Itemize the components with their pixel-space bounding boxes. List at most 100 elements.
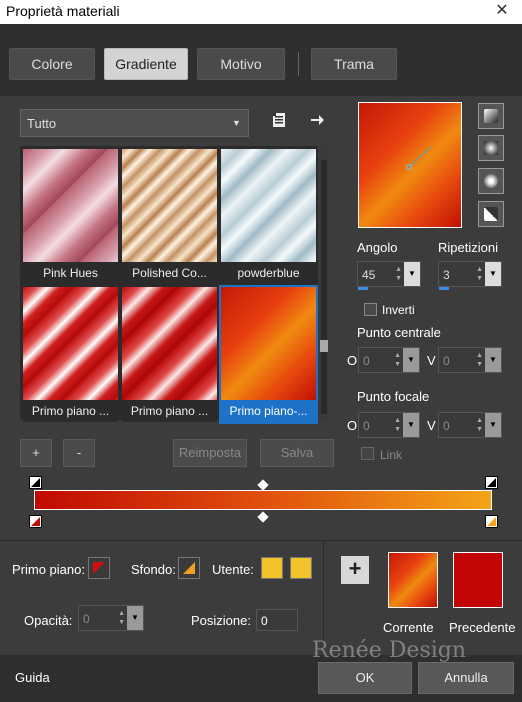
gradient-bar[interactable] bbox=[34, 490, 492, 510]
thumb-label: Pink Hues bbox=[23, 262, 118, 284]
angle-stepper[interactable]: 45 ▲ ▼ ▼ bbox=[357, 261, 421, 287]
user-color-1[interactable] bbox=[261, 557, 283, 579]
chevron-down-icon: ▼ bbox=[232, 118, 241, 128]
thumb-label: Polished Co... bbox=[122, 262, 217, 284]
focal-o-stepper[interactable]: 0 ▲ ▼ ▼ bbox=[358, 412, 420, 438]
angle-slider[interactable] bbox=[358, 287, 368, 290]
user-color-2[interactable] bbox=[290, 557, 312, 579]
opacity-stop-left[interactable] bbox=[29, 476, 42, 489]
spin-arrows-icon[interactable]: ▲ ▼ bbox=[394, 351, 401, 369]
tab-gradiente[interactable]: Gradiente bbox=[104, 48, 188, 80]
center-o-label: O bbox=[347, 353, 358, 368]
color-stop-right[interactable] bbox=[485, 515, 498, 528]
background-swatch[interactable] bbox=[178, 557, 200, 579]
user-label: Utente: bbox=[212, 562, 254, 577]
gradient-thumb-foreground-1[interactable]: Primo piano ... bbox=[23, 287, 118, 422]
gradient-swatch bbox=[23, 149, 118, 262]
link-checkbox[interactable] bbox=[361, 447, 374, 460]
thumb-label: Primo piano ... bbox=[122, 400, 217, 422]
add-gradient-button[interactable]: + bbox=[20, 439, 52, 467]
thumb-label: Primo piano-... bbox=[221, 400, 316, 422]
gradient-swatch bbox=[122, 149, 217, 262]
radial-style-button[interactable] bbox=[478, 201, 504, 227]
current-material-swatch[interactable] bbox=[388, 552, 438, 608]
spin-arrows-icon[interactable]: ▲ ▼ bbox=[476, 416, 483, 434]
invert-checkbox[interactable] bbox=[364, 303, 377, 316]
center-v-label: V bbox=[427, 353, 436, 368]
rectangular-style-button[interactable] bbox=[478, 135, 504, 161]
opacity-stop-right[interactable] bbox=[485, 476, 498, 489]
repeats-slider[interactable] bbox=[439, 287, 449, 290]
ok-button[interactable]: OK bbox=[318, 662, 412, 694]
window-title: Proprietà materiali bbox=[6, 3, 120, 19]
foreground-swatch[interactable] bbox=[88, 557, 110, 579]
position-input[interactable]: 0 bbox=[256, 609, 298, 631]
center-v-stepper[interactable]: 0 ▲ ▼ ▼ bbox=[438, 347, 502, 373]
watermark-logo: Renée Design bbox=[312, 638, 467, 663]
center-o-stepper[interactable]: 0 ▲ ▼ ▼ bbox=[358, 347, 420, 373]
focal-o-label: O bbox=[347, 418, 358, 433]
center-o-value: 0 bbox=[363, 354, 370, 368]
tab-colore[interactable]: Colore bbox=[9, 48, 95, 80]
background-label: Sfondo: bbox=[131, 562, 176, 577]
spin-arrows-icon[interactable]: ▲ ▼ bbox=[395, 265, 402, 283]
previous-material-swatch[interactable] bbox=[453, 552, 503, 608]
gradient-thumb-pink-hues[interactable]: Pink Hues bbox=[23, 149, 118, 284]
save-button[interactable]: Salva bbox=[260, 439, 334, 467]
chevron-down-icon[interactable]: ▼ bbox=[485, 262, 501, 286]
focal-v-stepper[interactable]: 0 ▲ ▼ ▼ bbox=[438, 412, 502, 438]
cancel-button[interactable]: Annulla bbox=[418, 662, 514, 694]
spin-arrows-icon[interactable]: ▲ ▼ bbox=[118, 609, 125, 627]
opacity-value: 0 bbox=[83, 612, 90, 626]
spin-arrows-icon[interactable]: ▲ ▼ bbox=[394, 416, 401, 434]
current-label: Corrente bbox=[383, 620, 434, 635]
chevron-down-icon[interactable]: ▼ bbox=[485, 348, 501, 372]
position-label: Posizione: bbox=[191, 613, 251, 628]
angle-value: 45 bbox=[362, 268, 376, 282]
linear-style-button[interactable] bbox=[478, 103, 504, 129]
tab-motivo[interactable]: Motivo bbox=[197, 48, 285, 80]
position-value: 0 bbox=[261, 614, 268, 628]
gradient-swatch bbox=[221, 149, 316, 262]
divider bbox=[323, 540, 324, 654]
chevron-down-icon[interactable]: ▼ bbox=[404, 262, 420, 286]
center-point-label: Punto centrale bbox=[357, 325, 441, 340]
remove-gradient-button[interactable]: - bbox=[63, 439, 95, 467]
repeats-label: Ripetizioni bbox=[438, 240, 498, 255]
spin-arrows-icon[interactable]: ▲ ▼ bbox=[476, 351, 483, 369]
focal-point-label: Punto focale bbox=[357, 389, 430, 404]
gradient-thumb-foreground-selected[interactable]: Primo piano-... bbox=[219, 285, 318, 424]
chevron-down-icon[interactable]: ▼ bbox=[127, 606, 143, 630]
help-link[interactable]: Guida bbox=[15, 670, 50, 685]
opacity-stepper[interactable]: 0 ▲ ▼ ▼ bbox=[78, 605, 144, 631]
gradient-swatch bbox=[221, 287, 316, 400]
add-to-swatches-button[interactable]: + bbox=[341, 556, 369, 584]
gradient-swatch bbox=[23, 287, 118, 400]
arrow-right-icon[interactable] bbox=[306, 111, 328, 133]
scrollbar-thumb[interactable] bbox=[320, 340, 328, 352]
focal-v-value: 0 bbox=[443, 419, 450, 433]
category-dropdown[interactable]: Tutto bbox=[20, 109, 249, 137]
close-icon[interactable]: ✕ bbox=[492, 1, 512, 21]
spin-arrows-icon[interactable]: ▲ ▼ bbox=[476, 265, 483, 283]
chevron-down-icon[interactable]: ▼ bbox=[403, 348, 419, 372]
thumb-label: Primo piano ... bbox=[23, 400, 118, 422]
thumb-label: powderblue bbox=[221, 262, 316, 284]
reset-button[interactable]: Reimposta bbox=[173, 439, 247, 467]
color-stop-left[interactable] bbox=[29, 515, 42, 528]
document-menu-icon[interactable] bbox=[268, 111, 290, 133]
gradient-preview[interactable] bbox=[358, 102, 462, 228]
repeats-stepper[interactable]: 3 ▲ ▼ ▼ bbox=[438, 261, 502, 287]
tab-separator bbox=[298, 52, 299, 76]
scrollbar-track bbox=[321, 160, 327, 414]
tab-trama[interactable]: Trama bbox=[311, 48, 397, 80]
chevron-down-icon[interactable]: ▼ bbox=[403, 413, 419, 437]
gradient-thumb-polished-copper[interactable]: Polished Co... bbox=[122, 149, 217, 284]
chevron-down-icon[interactable]: ▼ bbox=[485, 413, 501, 437]
gradient-thumb-powderblue[interactable]: powderblue bbox=[221, 149, 316, 284]
invert-label: Inverti bbox=[382, 303, 415, 317]
link-label: Link bbox=[380, 448, 403, 462]
gradient-thumb-foreground-2[interactable]: Primo piano ... bbox=[122, 287, 217, 422]
sunburst-style-button[interactable] bbox=[478, 168, 504, 194]
gradient-swatch bbox=[122, 287, 217, 400]
